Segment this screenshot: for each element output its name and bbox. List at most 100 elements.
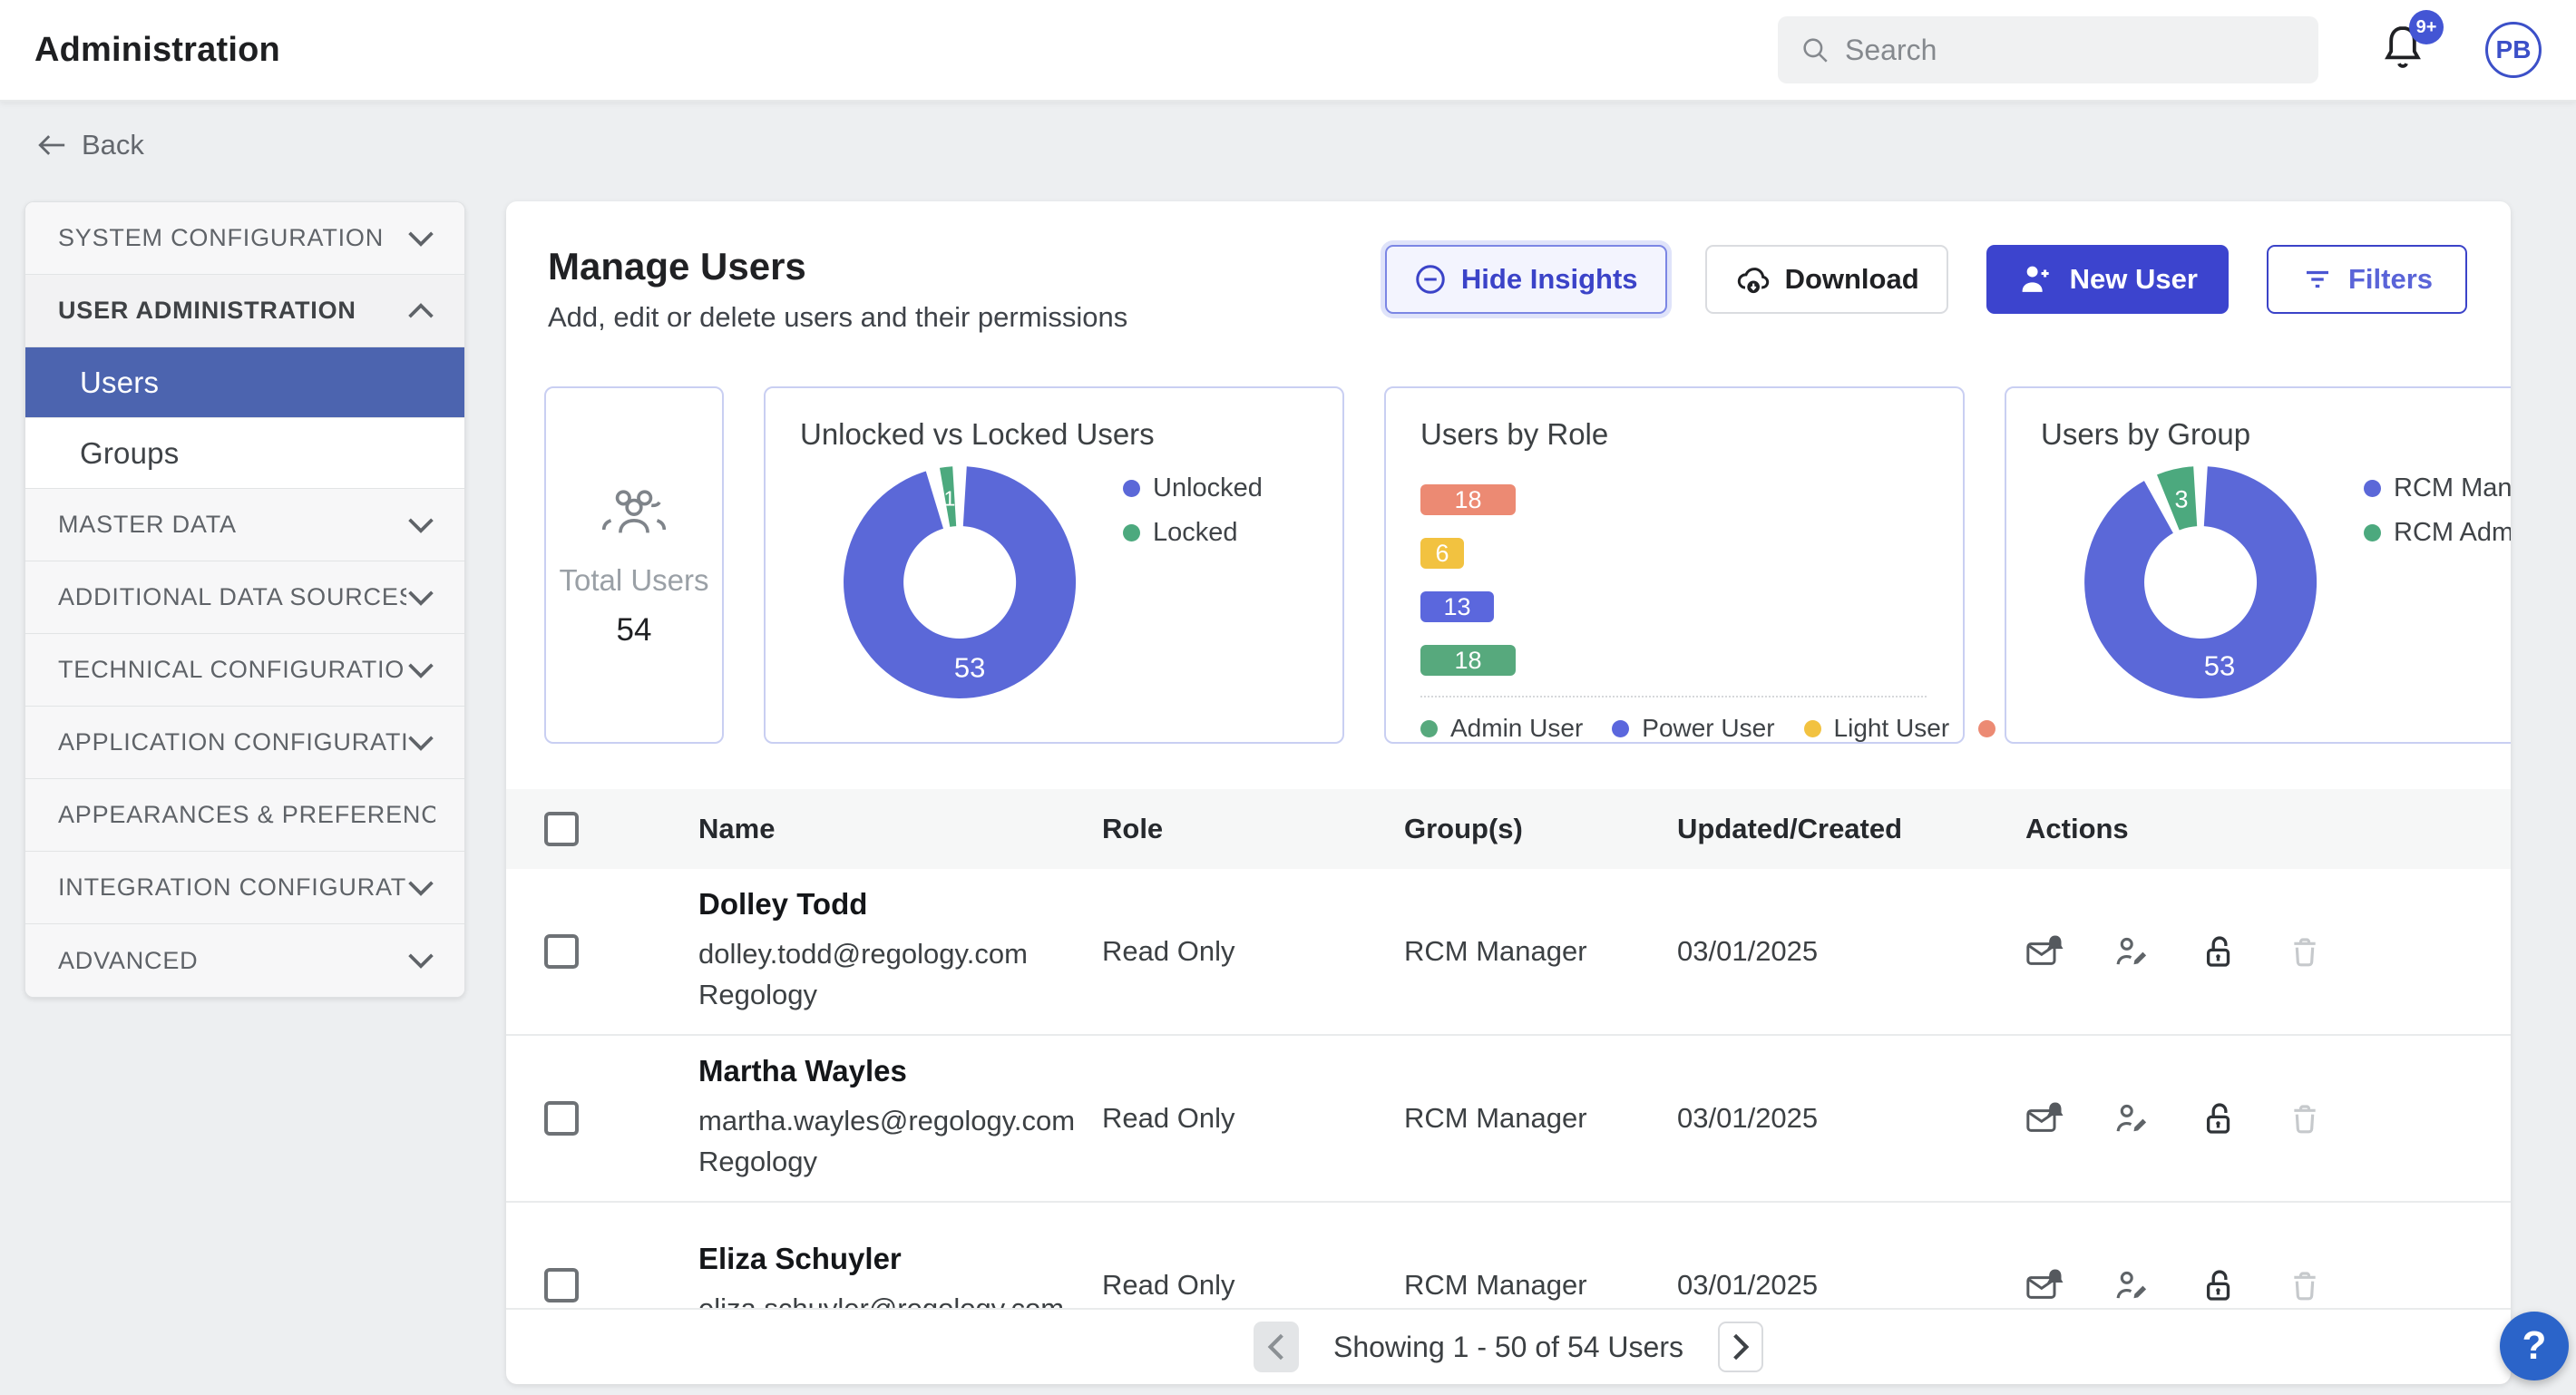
sidebar-item-users[interactable]: Users (25, 347, 464, 418)
delete-user-button[interactable] (2287, 1267, 2323, 1303)
page-subtitle: Add, edit or delete users and their perm… (548, 301, 1127, 334)
hide-insights-button[interactable]: Hide Insights (1385, 245, 1667, 314)
lock-user-button[interactable] (2200, 933, 2236, 970)
cloud-download-icon (1734, 261, 1771, 298)
row-checkbox[interactable] (544, 1101, 579, 1136)
pagination-bar: Showing 1 - 50 of 54 Users (506, 1308, 2511, 1384)
search-input[interactable] (1845, 34, 2297, 67)
total-users-value: 54 (617, 612, 652, 649)
bar-power-user: 13 (1420, 591, 1494, 622)
table-row: Martha Wayles martha.wayles@regology.com… (506, 1036, 2511, 1203)
panel-header: Manage Users Add, edit or delete users a… (506, 201, 2511, 334)
legend-dot-icon (1420, 720, 1438, 737)
person-add-icon (2017, 260, 2055, 298)
notify-email-button[interactable] (2025, 933, 2062, 970)
legend-item: Power User (1612, 714, 1774, 743)
lock-user-button[interactable] (2200, 1100, 2236, 1136)
column-header-name: Name (698, 813, 1102, 845)
chevron-down-icon (406, 950, 435, 971)
notify-email-button[interactable] (2025, 1100, 2062, 1136)
filters-button[interactable]: Filters (2267, 245, 2467, 314)
role-bars: 1861318 (1420, 484, 1963, 676)
sidebar-item-application-configuration[interactable]: APPLICATION CONFIGURATION (25, 707, 464, 779)
user-updated: 03/01/2025 (1677, 1102, 2025, 1135)
user-name: Martha Wayles (698, 1054, 1102, 1088)
donut-value-label: 53 (954, 651, 985, 683)
search-box[interactable] (1778, 16, 2318, 83)
legend-dot-icon (1612, 720, 1629, 737)
edit-user-button[interactable] (2113, 933, 2149, 970)
download-button[interactable]: Download (1705, 245, 1948, 314)
user-email: martha.wayles@regology.com (698, 1101, 1102, 1142)
sidebar-item-technical-configuration[interactable]: TECHNICAL CONFIGURATION (25, 634, 464, 707)
legend-item: Admin User (1420, 714, 1583, 743)
user-groups: RCM Manager (1404, 1102, 1677, 1135)
column-header-group-s: Group(s) (1404, 813, 1677, 845)
user-email: eliza.schuyler@regology.com (698, 1289, 1102, 1308)
sidebar-item-label: INTEGRATION CONFIGURATION (58, 873, 406, 902)
sidebar-item-label: MASTER DATA (58, 511, 406, 539)
sidebar-item-label: Groups (80, 436, 435, 471)
row-checkbox[interactable] (544, 934, 579, 969)
avatar[interactable]: PB (2485, 22, 2542, 78)
lock-user-button[interactable] (2200, 1267, 2236, 1303)
new-user-button[interactable]: New User (1986, 245, 2229, 314)
user-role: Read Only (1102, 935, 1404, 968)
delete-user-button[interactable] (2287, 933, 2323, 970)
edit-user-button[interactable] (2113, 1267, 2149, 1303)
sidebar-item-label: APPLICATION CONFIGURATION (58, 728, 406, 756)
table-header: NameRoleGroup(s)Updated/CreatedActions (506, 789, 2511, 869)
sidebar-item-label: TECHNICAL CONFIGURATION (58, 656, 406, 684)
new-user-label: New User (2070, 263, 2198, 296)
sidebar-item-label: USER ADMINISTRATION (58, 297, 406, 325)
sidebar-item-user-administration[interactable]: USER ADMINISTRATION (25, 275, 464, 347)
bars-axis-line (1420, 696, 1927, 698)
sidebar-item-label: APPEARANCES & PREFERENCES (58, 801, 435, 829)
notify-email-button[interactable] (2025, 1267, 2062, 1303)
chevron-down-icon (406, 659, 435, 681)
user-email: dolley.todd@regology.com (698, 934, 1102, 975)
column-header-role: Role (1102, 813, 1404, 845)
user-name: Eliza Schuyler (698, 1242, 1102, 1276)
notifications-button[interactable]: 9+ (2378, 21, 2429, 79)
sidebar-item-label: ADDITIONAL DATA SOURCES (58, 583, 406, 611)
total-users-card: Total Users 54 (544, 386, 724, 744)
chevron-down-icon (406, 228, 435, 249)
donut-legend: RCM ManagerRCM Admin (2364, 473, 2511, 706)
users-by-group-donut: 533 (2077, 459, 2324, 706)
table-row: Dolley Todd dolley.todd@regology.com Reg… (506, 869, 2511, 1036)
row-checkbox[interactable] (544, 1268, 579, 1302)
legend-item: Locked (1123, 518, 1263, 548)
chevron-down-icon (406, 732, 435, 754)
sidebar-item-system-configuration[interactable]: SYSTEM CONFIGURATION (25, 202, 464, 275)
sidebar-item-advanced[interactable]: ADVANCED (25, 924, 464, 997)
column-header-updated-created: Updated/Created (1677, 813, 2025, 845)
back-button[interactable]: Back (36, 129, 144, 161)
users-by-role-card: Users by Role 1861318 Admin UserPower Us… (1384, 386, 1965, 744)
sidebar-item-appearances-preferences[interactable]: APPEARANCES & PREFERENCES (25, 779, 464, 852)
select-all-checkbox[interactable] (544, 812, 579, 846)
sidebar-item-additional-data-sources[interactable]: ADDITIONAL DATA SOURCES (25, 561, 464, 634)
user-updated: 03/01/2025 (1677, 1269, 2025, 1302)
search-icon (1800, 34, 1830, 65)
sidebar-item-integration-configuration[interactable]: INTEGRATION CONFIGURATION (25, 852, 464, 924)
user-name: Dolley Todd (698, 887, 1102, 922)
sidebar-item-label: Users (80, 366, 435, 400)
previous-page-button[interactable] (1254, 1322, 1299, 1372)
chevron-right-icon (1729, 1332, 1752, 1361)
user-groups: RCM Manager (1404, 1269, 1677, 1302)
donut-legend: UnlockedLocked (1123, 473, 1263, 706)
pagination-label: Showing 1 - 50 of 54 Users (1333, 1331, 1683, 1364)
edit-user-button[interactable] (2113, 1100, 2149, 1136)
legend-item: Light User (1804, 714, 1950, 743)
chevron-down-icon (406, 514, 435, 536)
next-page-button[interactable] (1718, 1322, 1763, 1372)
delete-user-button[interactable] (2287, 1100, 2323, 1136)
legend-dot-icon (1123, 480, 1140, 497)
table-row: Eliza Schuyler eliza.schuyler@regology.c… (506, 1203, 2511, 1308)
legend-dot-icon (1978, 720, 1995, 737)
help-button[interactable]: ? (2500, 1312, 2569, 1380)
filters-label: Filters (2348, 263, 2433, 296)
sidebar-item-master-data[interactable]: MASTER DATA (25, 489, 464, 561)
sidebar-item-groups[interactable]: Groups (25, 418, 464, 489)
